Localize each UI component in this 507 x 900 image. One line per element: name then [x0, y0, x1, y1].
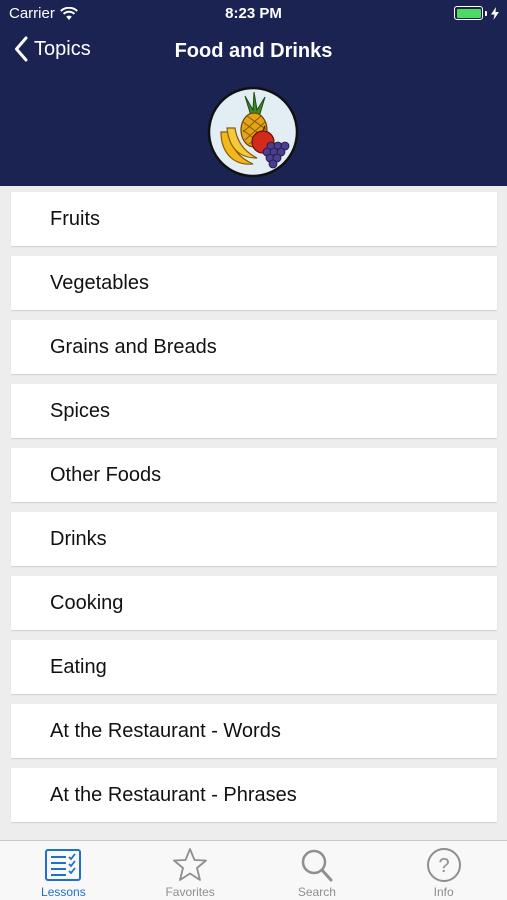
list-item-other-foods[interactable]: Other Foods	[11, 448, 497, 502]
lessons-icon	[45, 849, 82, 881]
tab-label: Info	[433, 885, 454, 899]
list-item-label: Vegetables	[50, 271, 149, 294]
info-icon: ?	[426, 848, 461, 882]
tab-info[interactable]: ? Info	[380, 841, 507, 900]
list-item-label: Cooking	[50, 591, 124, 614]
battery-icon	[454, 6, 499, 20]
svg-text:?: ?	[438, 855, 449, 877]
lesson-list: Fruits Vegetables Grains and Breads Spic…	[11, 192, 497, 832]
list-item-drinks[interactable]: Drinks	[11, 512, 497, 566]
tab-search[interactable]: Search	[254, 841, 381, 900]
fruit-basket-icon	[207, 86, 299, 178]
list-item-label: Fruits	[50, 207, 100, 230]
page-title: Food and Drinks	[174, 40, 333, 62]
list-item-label: Spices	[50, 399, 111, 422]
list-item-label: Drinks	[50, 527, 107, 550]
list-item-label: Other Foods	[50, 463, 162, 486]
status-bar: Carrier 8:23 PM	[0, 0, 507, 28]
tab-label: Search	[297, 885, 336, 899]
star-icon	[173, 848, 208, 881]
list-item-restaurant-words[interactable]: At the Restaurant - Words	[11, 704, 497, 758]
list-item-label: Grains and Breads	[50, 335, 217, 358]
list-item-fruits[interactable]: Fruits	[11, 192, 497, 246]
tab-label: Favorites	[165, 885, 215, 899]
list-item-restaurant-phrases[interactable]: At the Restaurant - Phrases	[11, 768, 497, 822]
list-item-label: At the Restaurant - Words	[50, 719, 281, 742]
list-item-grains-and-breads[interactable]: Grains and Breads	[11, 320, 497, 374]
list-item-eating[interactable]: Eating	[11, 640, 497, 694]
list-item-label: At the Restaurant - Phrases	[50, 783, 297, 806]
list-item-spices[interactable]: Spices	[11, 384, 497, 438]
list-item-cooking[interactable]: Cooking	[11, 576, 497, 630]
list-item-vegetables[interactable]: Vegetables	[11, 256, 497, 310]
nav-bar: Topics Food and Drinks	[0, 36, 507, 70]
list-item-label: Eating	[50, 655, 107, 678]
tab-lessons[interactable]: Lessons	[0, 841, 127, 900]
tab-label: Lessons	[41, 885, 86, 899]
search-icon	[301, 849, 333, 882]
nav-header: Carrier 8:23 PM Topics Food and Drinks	[0, 0, 507, 186]
status-time: 8:23 PM	[225, 5, 282, 22]
tab-bar: Lessons Favorites Search ? Info	[0, 840, 507, 900]
charging-icon	[491, 6, 499, 20]
tab-favorites[interactable]: Favorites	[127, 841, 254, 900]
